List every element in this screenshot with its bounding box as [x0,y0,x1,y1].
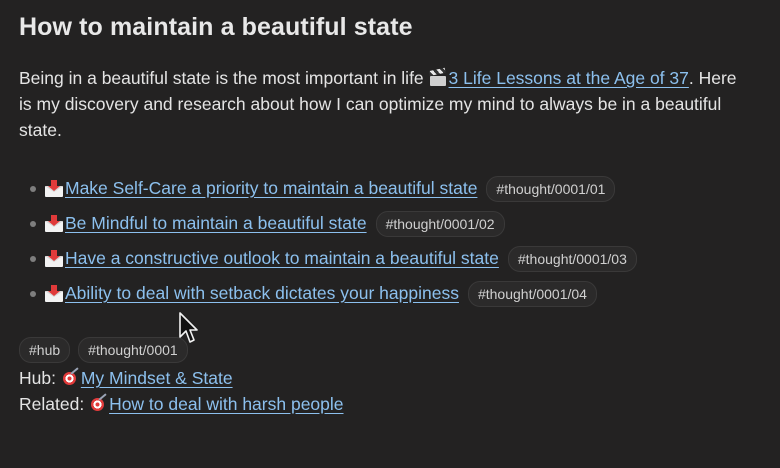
bullet-icon [30,290,36,297]
intro-text: Being in a beautiful state is the most i… [19,68,424,88]
bullet-icon [30,185,36,192]
related-line: Related: How to deal with harsh people [19,393,344,415]
thought-link[interactable]: Have a constructive outlook to maintain … [65,248,499,269]
thought-link[interactable]: Ability to deal with setback dictates yo… [65,283,459,304]
target-icon [61,367,79,386]
hub-line: Hub: My Mindset & State [19,367,233,389]
thought-list: Make Self-Care a priority to maintain a … [30,171,637,311]
list-item: Ability to deal with setback dictates yo… [30,276,637,311]
related-link[interactable]: How to deal with harsh people [109,394,343,414]
hub-tag[interactable]: #hub [19,337,71,363]
hub-link[interactable]: My Mindset & State [81,368,233,388]
thought-link[interactable]: Be Mindful to maintain a beautiful state [65,213,367,234]
thought-link[interactable]: Make Self-Care a priority to maintain a … [65,178,477,199]
incoming-envelope-icon [45,214,63,232]
thought-tag[interactable]: #thought/0001/02 [375,210,505,237]
note-tags: #hub #thought/0001 [19,337,188,363]
list-item: Be Mindful to maintain a beautiful state… [30,206,637,241]
hub-label: Hub: [19,368,56,388]
intro-paragraph: Being in a beautiful state is the most i… [19,65,749,143]
bullet-icon [30,255,36,262]
thought-tag[interactable]: #thought/0001/04 [467,280,597,307]
incoming-envelope-icon [45,284,63,302]
list-item: Have a constructive outlook to maintain … [30,241,637,276]
target-icon [89,393,107,412]
thought-tag[interactable]: #thought/0001/01 [486,175,616,202]
mouse-cursor-icon [179,312,198,343]
incoming-envelope-icon [45,179,63,197]
list-item: Make Self-Care a priority to maintain a … [30,171,637,206]
bullet-icon [30,220,36,227]
note-page: How to maintain a beautiful state Being … [0,0,780,468]
page-title: How to maintain a beautiful state [19,13,413,41]
life-lessons-link[interactable]: 3 Life Lessons at the Age of 37 [449,68,689,88]
thought-tag[interactable]: #thought/0001/03 [507,245,637,272]
related-label: Related: [19,394,85,414]
clapper-board-icon [428,67,447,86]
incoming-envelope-icon [45,249,63,267]
thought-tag[interactable]: #thought/0001 [78,337,188,363]
